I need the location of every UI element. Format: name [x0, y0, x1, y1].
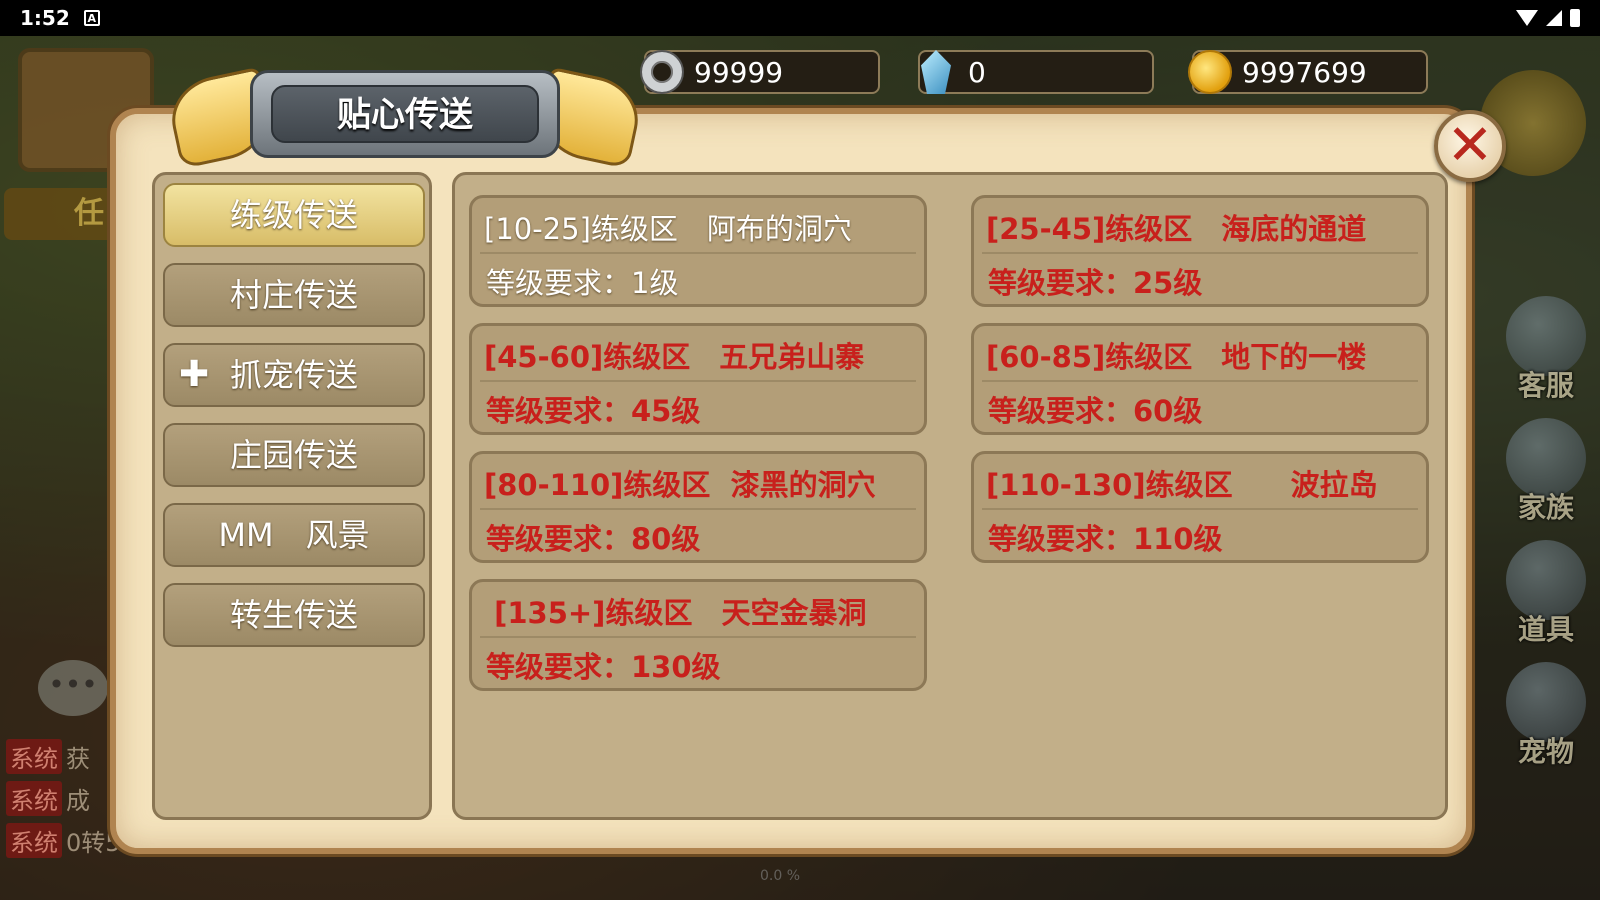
system-icons	[1516, 9, 1580, 27]
zone-requirement: 等级要求：45级	[486, 394, 701, 428]
zone-requirement: 等级要求：130级	[486, 650, 721, 684]
zone-divider	[480, 252, 916, 254]
gold-counter: 9997699	[1188, 50, 1428, 94]
side-menu-customer-service[interactable]: 客服	[1496, 296, 1596, 404]
system-tag: 系统	[6, 780, 62, 816]
status-time: 1:52	[20, 6, 70, 30]
side-menu-label: 客服	[1517, 369, 1574, 402]
category-pet-capture[interactable]: ✚ 抓宠传送	[163, 343, 425, 407]
zone-requirement: 等级要求：60级	[988, 394, 1203, 428]
wifi-icon	[1516, 10, 1538, 26]
zone-divider	[982, 508, 1418, 510]
zone-title: [25-45]练级区 海底的通道	[986, 212, 1367, 246]
category-village[interactable]: 村庄传送	[163, 263, 425, 327]
zone-title: [110-130]练级区 波拉岛	[986, 468, 1378, 502]
crystal-icon	[910, 46, 962, 98]
category-label: 庄园传送	[229, 436, 358, 474]
close-icon: ✕	[1446, 113, 1494, 178]
task-tab[interactable]: 任	[4, 188, 124, 240]
side-menu: 客服 家族 道具 宠物	[1496, 296, 1596, 784]
title-plate: 贴心传送	[250, 70, 560, 158]
system-tag: 系统	[6, 822, 62, 858]
side-menu-family[interactable]: 家族	[1496, 418, 1596, 526]
zone-title: [10-25]练级区 阿布的洞穴	[484, 212, 852, 246]
category-rebirth[interactable]: 转生传送	[163, 583, 425, 647]
progress-percent: 0.0 %	[760, 868, 801, 884]
zone-requirement: 等级要求：25级	[988, 266, 1203, 300]
zone-panel: [10-25]练级区 阿布的洞穴 等级要求：1级 [25-45]练级区 海底的通…	[452, 172, 1448, 820]
category-leveling[interactable]: 练级传送	[163, 183, 425, 247]
zone-divider	[480, 508, 916, 510]
zone-requirement: 等级要求：80级	[486, 522, 701, 556]
category-label: 村庄传送	[229, 276, 358, 314]
zone-card[interactable]: [135+]练级区 天空金暴洞 等级要求：130级	[469, 579, 927, 691]
status-bar: 1:52 A	[0, 0, 1600, 36]
signal-icon	[1546, 10, 1562, 26]
side-menu-label: 宠物	[1517, 735, 1574, 768]
category-label: 转生传送	[229, 596, 358, 634]
category-label: MM 风景	[218, 516, 370, 554]
plus-icon: ✚	[179, 354, 210, 395]
zone-card[interactable]: [10-25]练级区 阿布的洞穴 等级要求：1级	[469, 195, 927, 307]
zone-title: [45-60]练级区 五兄弟山寨	[484, 340, 865, 374]
zone-divider	[982, 252, 1418, 254]
category-label: 练级传送	[229, 196, 358, 234]
chat-bubble-icon[interactable]: •••	[38, 660, 108, 716]
notification-icon: A	[83, 10, 100, 26]
zone-title: [80-110]练级区 漆黑的洞穴	[484, 468, 876, 502]
side-menu-pets[interactable]: 宠物	[1496, 662, 1596, 770]
category-panel: 练级传送 村庄传送 ✚ 抓宠传送 庄园传送 MM 风景 转生传送	[152, 172, 432, 820]
category-label: 抓宠传送	[229, 356, 358, 394]
silver-ring-icon	[636, 46, 688, 98]
gold-value: 9997699	[1242, 55, 1367, 89]
zone-card[interactable]: [110-130]练级区 波拉岛 等级要求：110级	[971, 451, 1429, 563]
zone-title: [60-85]练级区 地下的一楼	[986, 340, 1367, 374]
category-manor[interactable]: 庄园传送	[163, 423, 425, 487]
zone-card[interactable]: [25-45]练级区 海底的通道 等级要求：25级	[971, 195, 1429, 307]
dialog-title: 贴心传送	[271, 85, 539, 143]
zone-divider	[480, 380, 916, 382]
crystal-value: 0	[968, 55, 986, 89]
zone-card[interactable]: [60-85]练级区 地下的一楼 等级要求：60级	[971, 323, 1429, 435]
silver-counter: 99999	[642, 50, 880, 94]
zone-title: [135+]练级区 天空金暴洞	[484, 596, 867, 630]
system-text: 获	[66, 744, 90, 773]
gold-coin-icon	[1184, 46, 1236, 98]
battery-icon	[1570, 9, 1580, 27]
zone-requirement: 等级要求：110级	[988, 522, 1223, 556]
dialog-title-banner: 贴心传送	[164, 66, 646, 170]
system-text: 成	[66, 786, 90, 815]
zone-requirement: 等级要求：1级	[486, 266, 679, 300]
side-menu-items[interactable]: 道具	[1496, 540, 1596, 648]
system-tag: 系统	[6, 738, 62, 774]
category-mm-scenery[interactable]: MM 风景	[163, 503, 425, 567]
close-button[interactable]: ✕	[1434, 110, 1506, 182]
zone-divider	[982, 380, 1418, 382]
side-menu-label: 道具	[1517, 613, 1574, 646]
side-menu-label: 家族	[1517, 491, 1574, 524]
zone-card[interactable]: [45-60]练级区 五兄弟山寨 等级要求：45级	[469, 323, 927, 435]
silver-value: 99999	[694, 55, 784, 89]
zone-card[interactable]: [80-110]练级区 漆黑的洞穴 等级要求：80级	[469, 451, 927, 563]
crystal-counter: 0	[918, 50, 1154, 94]
zone-divider	[480, 636, 916, 638]
